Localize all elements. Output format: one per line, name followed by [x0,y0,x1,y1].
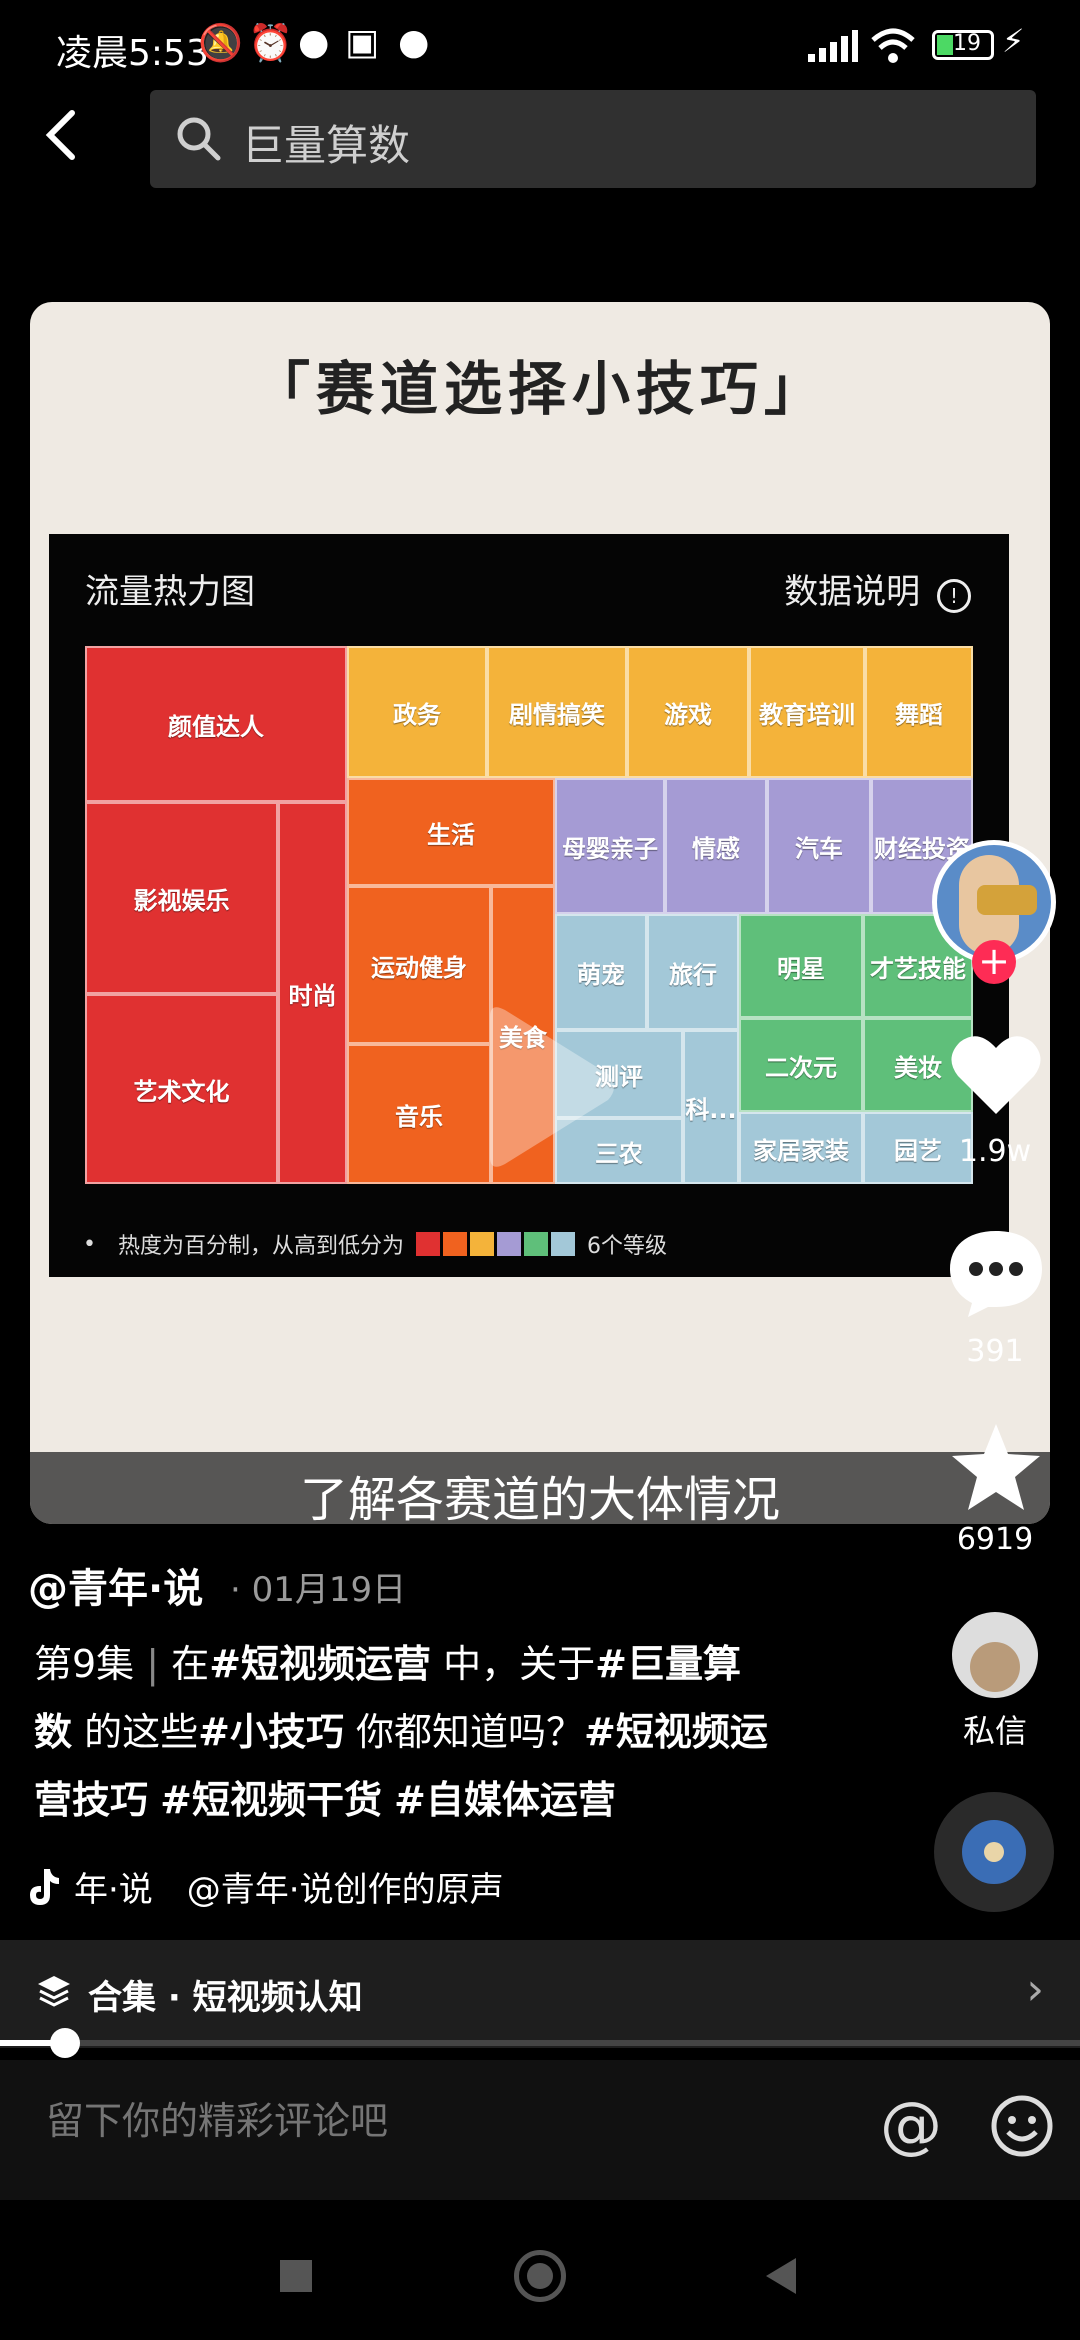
info-icon: ! [937,579,971,613]
legend-swatch [551,1232,575,1256]
heatmap-legend: • 热度为百分制，从高到低分为 6个等级 [83,1228,667,1260]
episode-label: 第9集 [34,1642,135,1686]
progress-bar[interactable] [0,2028,1080,2058]
play-icon[interactable] [470,1002,620,1172]
battery-icon: 19 [932,30,994,60]
music-title: 年·说 @青年·说创作的原声 [74,1870,504,1910]
video-player[interactable]: 「赛道选择小技巧」 流量热力图 数据说明 ! 颜值达人 影视娱乐 艺术文化 时尚 政务剧… [30,302,1050,1524]
heatmap-cell: 生活 [347,778,555,886]
wifi-icon [871,28,915,63]
favorite-count: 6919 [956,1522,1034,1557]
heatmap-cell: 剧情搞笑 [487,646,627,778]
back-icon [45,110,75,160]
mute-icon: 🔕 [198,23,243,64]
legend-swatch [470,1232,494,1256]
back-button[interactable] [40,105,100,175]
hashtag[interactable]: #短视频运营 [209,1642,431,1686]
charging-icon: ⚡ [1002,22,1025,60]
dm-avatar[interactable] [952,1612,1038,1698]
legend-text: 热度为百分制，从高到低分为 [117,1234,404,1259]
music-row[interactable]: 年·说 @青年·说创作的原声 [26,1862,504,1911]
nav-back-button[interactable] [762,2256,798,2296]
search-bar[interactable]: 巨量算数 [150,90,1036,188]
tiktok-icon [30,1868,59,1905]
like-count: 1.9w [958,1134,1032,1169]
alarm-icon: ⏰ [248,23,293,64]
legend-swatches [416,1232,575,1256]
heatmap-cell: 时尚 [278,802,347,1184]
music-disc[interactable] [934,1792,1054,1912]
comment-bar: @ [0,2060,1080,2200]
heatmap-cell: 家居家装 [739,1112,863,1184]
legend-swatch [497,1232,521,1256]
legend-bullet: • [83,1231,96,1257]
heatmap-cell: 颜值达人 [85,646,347,802]
signal-icon [808,30,858,62]
search-icon [177,117,221,161]
heatmap-cell: 游戏 [627,646,749,778]
at-icon[interactable]: @ [880,2088,942,2161]
progress-handle[interactable] [49,2028,80,2058]
heatmap-cell: 舞蹈 [865,646,973,778]
heatmap-cell: 政务 [347,646,487,778]
emoji-icon[interactable] [990,2094,1054,2158]
heatmap-cell: 旅行 [647,914,739,1030]
heatmap-cell: 情感 [665,778,767,914]
home-button[interactable] [514,2250,566,2302]
legend-swatch [443,1232,467,1256]
heatmap-title: 流量热力图 [85,572,255,612]
collection-label: 合集 · 短视频认知 [88,1978,363,2018]
comment-icon[interactable] [946,1225,1046,1320]
battery-level: 19 [953,31,981,56]
hashtag[interactable]: #短视频干货 [160,1778,382,1822]
system-nav-bar [0,2200,1080,2340]
app-notification-icon: ● [298,22,330,63]
app-notification-icon: ▣ [345,22,380,63]
star-icon[interactable] [948,1420,1044,1516]
heatmap-cell: 汽车 [767,778,871,914]
follow-button[interactable]: + [972,940,1016,984]
author-name[interactable]: @青年·说 [28,1556,203,1614]
collection-bar[interactable]: 合集 · 短视频认知 › [0,1940,1080,2048]
legend-levels: 6个等级 [587,1234,667,1259]
caption-separator: | [146,1642,160,1686]
data-note: 数据说明 ! [784,564,971,613]
recents-button[interactable] [280,2260,312,2292]
legend-swatch [524,1232,548,1256]
caption-text: 中，关于 [431,1642,596,1686]
video-title: 「赛道选择小技巧」 [251,355,828,423]
status-time: 凌晨5:53 [56,33,209,74]
video-subtitle: 了解各赛道的大体情况 [299,1472,780,1524]
heatmap-cell: 教育培训 [749,646,865,778]
dm-label[interactable]: 私信 [940,1706,1050,1752]
heatmap-cell: 科... [683,1030,739,1184]
caption-text: 你都知道吗？ [343,1710,585,1754]
post-caption: 第9集 | 在#短视频运营 中，关于#巨量算数 的这些#小技巧 你都知道吗？#短… [34,1630,774,1834]
comment-input[interactable] [44,2098,808,2144]
heatmap-cell: 艺术文化 [85,994,278,1184]
heatmap-cell: 影视娱乐 [85,802,278,994]
post-date: · 01月19日 [230,1570,407,1610]
layers-icon [38,1976,70,2007]
chevron-right-icon: › [1026,1964,1044,2015]
app-notification-icon: ● [398,22,430,63]
legend-swatch [416,1232,440,1256]
caption-text: 在 [159,1642,210,1686]
heart-icon[interactable] [948,1030,1044,1120]
heatmap-cell: 明星 [739,914,863,1018]
hashtag[interactable]: #自媒体运营 [394,1778,616,1822]
status-bar: 凌晨5:53 🔕 ⏰ ● ▣ ● 19 ⚡ [0,0,1080,90]
caption-text: 的这些 [72,1710,199,1754]
search-query: 巨量算数 [242,121,411,170]
heatmap-cell: 二次元 [739,1018,863,1112]
hashtag[interactable]: #小技巧 [198,1710,344,1754]
data-note-label: 数据说明 [784,572,921,612]
heatmap-cell: 母婴亲子 [555,778,665,914]
comment-count: 391 [966,1334,1024,1369]
